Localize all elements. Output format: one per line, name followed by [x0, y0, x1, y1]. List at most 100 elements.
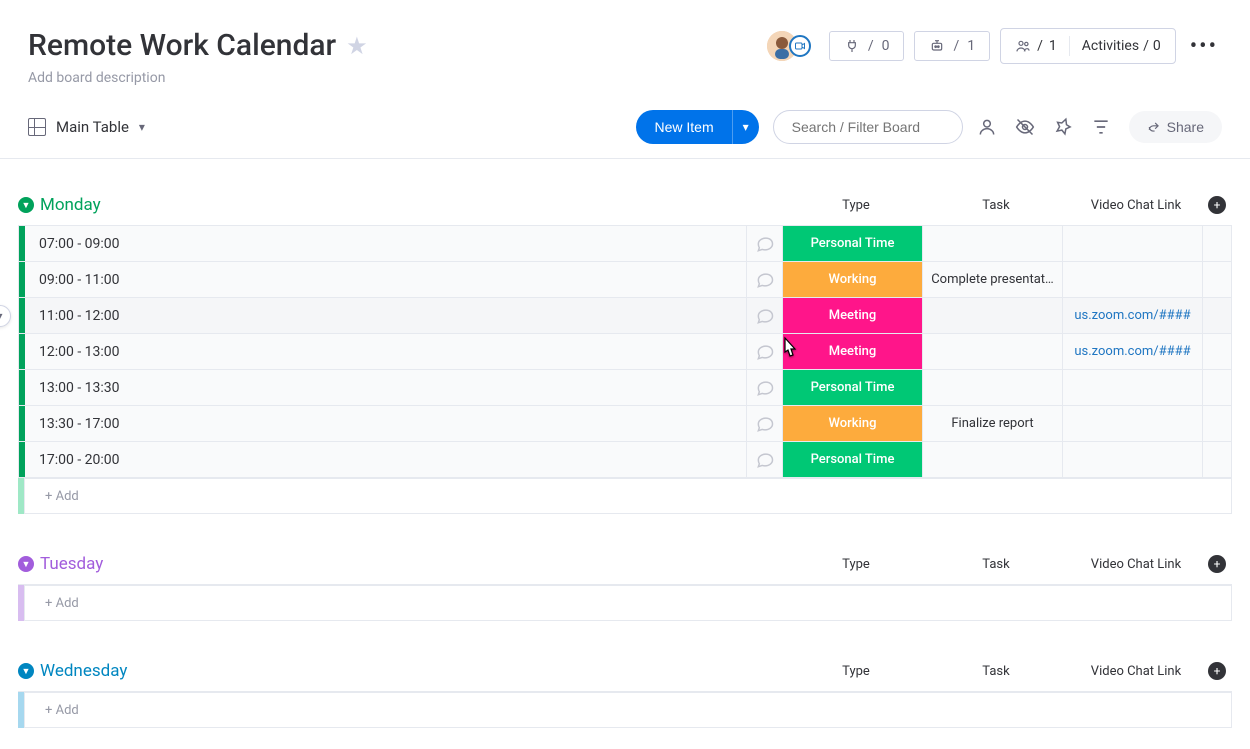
- row-name-cell[interactable]: 09:00 - 11:00: [25, 262, 747, 297]
- group-collapse-caret[interactable]: ▼: [18, 197, 34, 213]
- video-link-cell[interactable]: [1063, 406, 1203, 441]
- column-header-type[interactable]: Type: [786, 664, 926, 679]
- video-link-cell[interactable]: us.zoom.com/####: [1063, 298, 1203, 333]
- chat-icon[interactable]: [747, 442, 783, 477]
- column-header-task[interactable]: Task: [926, 198, 1066, 213]
- table-row[interactable]: ▾11:00 - 12:00Meetingus.zoom.com/####: [19, 297, 1231, 333]
- row-name-cell[interactable]: 13:30 - 17:00: [25, 406, 747, 441]
- integrations-pill[interactable]: / 0: [829, 31, 905, 61]
- row-name-cell[interactable]: 07:00 - 09:00: [25, 226, 747, 261]
- task-cell[interactable]: Complete presentat…: [923, 262, 1063, 297]
- add-item-row[interactable]: + Add: [24, 692, 1232, 728]
- task-cell[interactable]: [923, 442, 1063, 477]
- column-header-video[interactable]: Video Chat Link: [1066, 557, 1206, 572]
- automations-pill[interactable]: / 1: [914, 31, 990, 61]
- chat-icon[interactable]: [747, 298, 783, 333]
- row-end-spacer: [1203, 226, 1231, 261]
- task-cell[interactable]: [923, 334, 1063, 369]
- chat-icon[interactable]: [747, 370, 783, 405]
- add-item-row[interactable]: + Add: [24, 585, 1232, 621]
- row-end-spacer: [1203, 370, 1231, 405]
- search-input[interactable]: [773, 110, 963, 144]
- activities-count: 0: [1153, 38, 1161, 54]
- group-title[interactable]: Tuesday: [40, 554, 103, 574]
- row-name-cell[interactable]: 11:00 - 12:00: [25, 298, 747, 333]
- type-cell[interactable]: Personal Time: [783, 442, 923, 477]
- type-cell[interactable]: Meeting: [783, 334, 923, 369]
- video-link-cell[interactable]: [1063, 370, 1203, 405]
- table-row[interactable]: 17:00 - 20:00 Personal Time: [19, 441, 1231, 477]
- group-wednesday: ▼ Wednesday TypeTaskVideo Chat Link+ + Add: [18, 661, 1232, 728]
- row-name-cell[interactable]: 12:00 - 13:00: [25, 334, 747, 369]
- view-selector[interactable]: Main Table ▾: [28, 118, 145, 136]
- table-row[interactable]: 09:00 - 11:00 WorkingComplete presentat…: [19, 261, 1231, 297]
- column-header-task[interactable]: Task: [926, 664, 1066, 679]
- type-cell[interactable]: Working: [783, 262, 923, 297]
- row-end-spacer: [1203, 442, 1231, 477]
- favorite-star-icon[interactable]: ★: [346, 32, 368, 60]
- row-name-cell[interactable]: 13:00 - 13:30: [25, 370, 747, 405]
- automations-sep: /: [953, 38, 959, 54]
- person-filter-icon[interactable]: [977, 117, 1001, 137]
- integrations-count: 0: [882, 38, 890, 54]
- people-icon: [1015, 38, 1031, 54]
- share-label: Share: [1167, 119, 1204, 135]
- row-end-spacer: [1203, 406, 1231, 441]
- column-header-type[interactable]: Type: [786, 198, 926, 213]
- group-monday: ▼ Monday TypeTaskVideo Chat Link+07:00 - 0…: [18, 195, 1232, 514]
- add-column-button[interactable]: +: [1208, 196, 1226, 214]
- add-column-button[interactable]: +: [1208, 555, 1226, 573]
- table-row[interactable]: 13:30 - 17:00 WorkingFinalize report: [19, 405, 1231, 441]
- pin-icon[interactable]: [1053, 117, 1077, 137]
- chat-icon[interactable]: [747, 334, 783, 369]
- task-cell[interactable]: [923, 298, 1063, 333]
- plug-icon: [844, 38, 860, 54]
- chat-icon[interactable]: [747, 226, 783, 261]
- task-cell[interactable]: Finalize report: [923, 406, 1063, 441]
- type-cell[interactable]: Working: [783, 406, 923, 441]
- presence-badge[interactable]: [789, 35, 811, 57]
- page-title: Remote Work Calendar: [28, 28, 336, 63]
- table-row[interactable]: 12:00 - 13:00 Meeting us.zoom.com/####: [19, 333, 1231, 369]
- group-collapse-caret[interactable]: ▼: [18, 556, 34, 572]
- activities-label: Activities: [1082, 38, 1139, 54]
- chat-icon[interactable]: [747, 406, 783, 441]
- header-actions: / 0 / 1 / 1 Activities / 0: [767, 28, 1222, 64]
- column-header-video[interactable]: Video Chat Link: [1066, 664, 1206, 679]
- video-link-cell[interactable]: [1063, 226, 1203, 261]
- hide-columns-icon[interactable]: [1015, 117, 1039, 137]
- group-title[interactable]: Monday: [40, 195, 101, 215]
- group-title[interactable]: Wednesday: [40, 661, 127, 681]
- new-item-button[interactable]: New Item: [636, 110, 731, 144]
- new-item-dropdown[interactable]: ▾: [732, 110, 759, 144]
- table-row[interactable]: 13:00 - 13:30 Personal Time: [19, 369, 1231, 405]
- add-item-row[interactable]: + Add: [24, 478, 1232, 514]
- automations-count: 1: [967, 38, 975, 54]
- type-cell[interactable]: Personal Time: [783, 226, 923, 261]
- type-cell[interactable]: Meeting: [783, 298, 923, 333]
- board-stats[interactable]: / 1 Activities / 0: [1000, 28, 1176, 64]
- row-name-cell[interactable]: 17:00 - 20:00: [25, 442, 747, 477]
- column-header-video[interactable]: Video Chat Link: [1066, 198, 1206, 213]
- chevron-down-icon: ▾: [139, 120, 145, 134]
- column-header-task[interactable]: Task: [926, 557, 1066, 572]
- table-row[interactable]: 07:00 - 09:00 Personal Time: [19, 225, 1231, 261]
- group-collapse-caret[interactable]: ▼: [18, 663, 34, 679]
- more-menu-icon[interactable]: •••: [1186, 34, 1222, 59]
- task-cell[interactable]: [923, 226, 1063, 261]
- type-cell[interactable]: Personal Time: [783, 370, 923, 405]
- chat-icon[interactable]: [747, 262, 783, 297]
- group-tuesday: ▼ Tuesday TypeTaskVideo Chat Link+ + Add: [18, 554, 1232, 621]
- video-link-cell[interactable]: [1063, 262, 1203, 297]
- video-link-cell[interactable]: [1063, 442, 1203, 477]
- column-header-type[interactable]: Type: [786, 557, 926, 572]
- share-button[interactable]: Share: [1129, 111, 1222, 143]
- video-link-cell[interactable]: us.zoom.com/####: [1063, 334, 1203, 369]
- filter-icon[interactable]: [1091, 117, 1115, 137]
- row-end-spacer: [1203, 262, 1231, 297]
- add-column-button[interactable]: +: [1208, 662, 1226, 680]
- task-cell[interactable]: [923, 370, 1063, 405]
- row-menu-button[interactable]: ▾: [0, 305, 11, 327]
- board-description[interactable]: Add board description: [0, 64, 1250, 96]
- share-icon: [1147, 120, 1161, 134]
